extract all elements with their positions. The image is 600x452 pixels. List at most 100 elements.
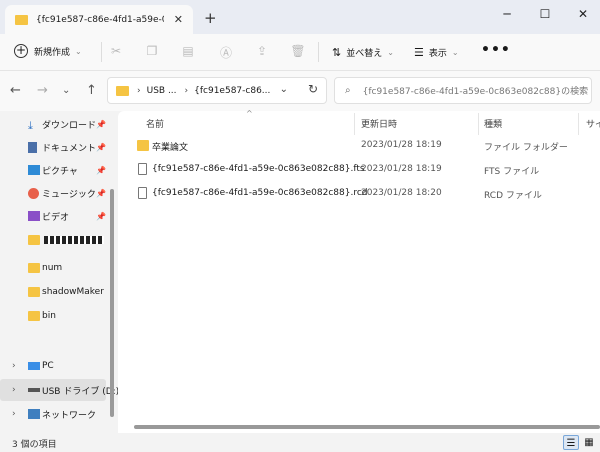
column-divider[interactable] — [578, 113, 579, 135]
address-bar[interactable]: › USB ... › {fc91e587-c86... ⌄ ↻ — [107, 77, 327, 104]
horizontal-scrollbar[interactable] — [134, 425, 600, 429]
file-name: {fc91e587-c86e-4fd1-a59e-0c863e082c88}.f… — [152, 164, 365, 174]
column-header-type[interactable]: 種類 — [484, 117, 502, 130]
chevron-down-icon: ⌄ — [451, 48, 459, 57]
folder-icon — [116, 85, 129, 96]
folder-icon — [137, 140, 149, 151]
sidebar-item-shadowmaker[interactable]: shadowMaker — [0, 281, 106, 303]
sort-button[interactable]: ⇅ 並べ替え ⌄ — [332, 46, 394, 59]
sort-icon: ⇅ — [332, 46, 342, 59]
rename-icon[interactable]: Ⓐ — [218, 44, 234, 60]
back-arrow-icon[interactable]: ← — [10, 83, 21, 98]
sidebar-item-music[interactable]: ミュージック 📌 — [0, 182, 106, 204]
picture-icon — [28, 165, 40, 175]
sort-label: 並べ替え — [346, 49, 383, 59]
column-header-size[interactable]: サイ — [586, 117, 600, 130]
up-arrow-icon[interactable]: ↑ — [86, 83, 97, 98]
maximize-button[interactable]: ☐ — [530, 4, 560, 24]
folder-icon — [28, 235, 40, 245]
plus-icon: + — [14, 43, 28, 58]
usb-drive-icon — [28, 388, 40, 392]
file-icon — [138, 163, 147, 175]
sidebar-item-pictures[interactable]: ピクチャ 📌 — [0, 159, 106, 181]
expand-chevron-icon[interactable]: › — [12, 385, 16, 395]
download-icon: ⤓ — [28, 119, 33, 132]
pc-icon — [28, 362, 40, 370]
tab-current-folder[interactable]: {fc91e587-c86e-4fd1-a59e-0c8 ✕ — [5, 5, 193, 34]
sidebar-item-bin[interactable]: bin — [0, 305, 106, 327]
sidebar-item-num[interactable]: num — [0, 257, 106, 279]
breadcrumb-chevron-icon: › — [184, 85, 189, 96]
breadcrumb-chevron-icon: › — [137, 85, 141, 96]
divider — [101, 42, 102, 62]
folder-icon — [15, 14, 28, 25]
item-count: 3 個の項目 — [12, 440, 57, 450]
sidebar-item-pc[interactable]: › PC — [0, 355, 106, 377]
divider — [318, 42, 319, 62]
sidebar-scrollbar[interactable] — [110, 189, 114, 417]
tiles-view-icon[interactable]: ▦ — [581, 435, 597, 450]
pin-icon: 📌 — [96, 165, 106, 175]
file-name: {fc91e587-c86e-4fd1-a59e-0c863e082c88}.r… — [152, 188, 368, 198]
new-tab-button[interactable]: + — [204, 9, 217, 27]
forward-arrow-icon[interactable]: → — [37, 83, 48, 98]
sidebar-item-redacted-folder[interactable] — [0, 229, 106, 251]
details-view-icon[interactable]: ☰ — [563, 435, 579, 450]
search-icon: ⌕ — [345, 85, 351, 96]
column-header-date[interactable]: 更新日時 — [361, 117, 397, 130]
pin-icon: 📌 — [96, 211, 106, 221]
command-bar: + 新規作成 ⌄ ✂ ❐ ▤ Ⓐ ⇪ 🗑 ⇅ 並べ替え ⌄ ☰ 表示 ⌄ ••• — [0, 34, 600, 71]
table-row[interactable]: 卒業論文 2023/01/28 18:19 ファイル フォルダー — [118, 135, 600, 157]
sidebar-item-documents[interactable]: ドキュメント 📌 — [0, 136, 106, 158]
sidebar-item-downloads[interactable]: ⤓ ダウンロード 📌 — [0, 113, 106, 135]
status-bar: 3 個の項目 ☰ ▦ — [0, 433, 600, 452]
column-divider[interactable] — [478, 113, 479, 135]
chevron-down-icon: ⌄ — [387, 48, 394, 57]
file-type: ファイル フォルダー — [484, 143, 568, 153]
sidebar-item-label: shadowMaker — [42, 287, 104, 297]
navigation-pane: ⤓ ダウンロード 📌 ドキュメント 📌 ピクチャ 📌 ミュージック 📌 ビデオ … — [0, 111, 119, 433]
copy-icon[interactable]: ❐ — [144, 44, 160, 60]
column-header-name[interactable]: 名前 — [146, 117, 164, 130]
sort-indicator-icon: ^ — [246, 109, 253, 118]
table-row[interactable]: {fc91e587-c86e-4fd1-a59e-0c863e082c88}.f… — [118, 159, 600, 181]
column-divider[interactable] — [354, 113, 355, 135]
cut-icon[interactable]: ✂ — [108, 44, 124, 60]
file-icon — [138, 187, 147, 199]
recent-chevron-icon[interactable]: ⌄ — [62, 85, 70, 96]
sidebar-item-label: ダウンロード — [42, 120, 97, 131]
paste-icon[interactable]: ▤ — [180, 44, 196, 60]
expand-chevron-icon[interactable]: › — [12, 361, 16, 371]
file-date: 2023/01/28 18:19 — [361, 140, 442, 150]
music-icon — [28, 187, 39, 199]
expand-chevron-icon[interactable]: › — [12, 409, 16, 419]
delete-icon[interactable]: 🗑 — [290, 44, 306, 60]
search-box[interactable]: ⌕ {fc91e587-c86e-4fd1-a59e-0c863e082c88}… — [334, 77, 592, 104]
address-dropdown-icon[interactable]: ⌄ — [280, 84, 288, 95]
share-icon[interactable]: ⇪ — [254, 44, 270, 60]
minimize-button[interactable]: ─ — [492, 4, 522, 24]
redacted-label — [44, 236, 104, 244]
view-button[interactable]: ☰ 表示 ⌄ — [414, 46, 459, 59]
sidebar-item-usb-drive[interactable]: › USB ドライブ (D:) — [0, 379, 119, 401]
breadcrumb-usb[interactable]: USB ... — [147, 86, 177, 96]
more-options-icon[interactable]: ••• — [481, 42, 511, 58]
folder-icon — [28, 311, 40, 321]
pin-icon: 📌 — [96, 188, 106, 198]
sidebar-item-network[interactable]: › ネットワーク — [0, 403, 106, 425]
file-list: ^ 名前 更新日時 種類 サイ 卒業論文 2023/01/28 18:19 ファ… — [118, 109, 600, 433]
breadcrumb-current[interactable]: {fc91e587-c86... — [194, 86, 270, 96]
close-button[interactable]: ✕ — [568, 4, 598, 24]
chevron-down-icon: ⌄ — [75, 46, 82, 56]
new-button-label: 新規作成 — [34, 47, 71, 58]
new-button[interactable]: + 新規作成 ⌄ — [14, 44, 82, 58]
table-row[interactable]: {fc91e587-c86e-4fd1-a59e-0c863e082c88}.r… — [118, 183, 600, 205]
pin-icon: 📌 — [96, 142, 106, 152]
tab-close-icon[interactable]: ✕ — [174, 13, 183, 26]
title-bar: {fc91e587-c86e-4fd1-a59e-0c8 ✕ + ─ ☐ ✕ — [0, 0, 600, 34]
sidebar-item-videos[interactable]: ビデオ 📌 — [0, 205, 106, 227]
search-placeholder: {fc91e587-c86e-4fd1-a59e-0c863e082c88}の検… — [362, 87, 589, 97]
sidebar-item-label: ビデオ — [42, 212, 70, 223]
refresh-icon[interactable]: ↻ — [308, 82, 318, 96]
file-date: 2023/01/28 18:20 — [361, 188, 442, 198]
